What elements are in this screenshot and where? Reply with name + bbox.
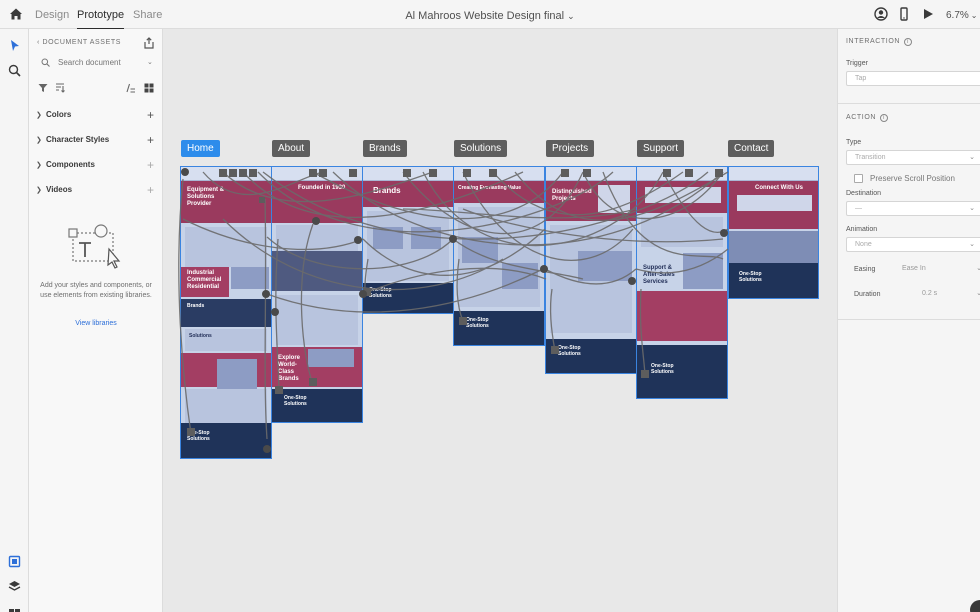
info-icon[interactable]: i	[880, 114, 889, 122]
search-icon	[41, 58, 50, 67]
empty-assets-illustration-icon	[68, 224, 121, 269]
info-icon[interactable]: i	[904, 38, 913, 46]
assets-heading: ‹ DOCUMENT ASSETS	[37, 39, 121, 46]
chevron-down-icon: ⌄	[567, 11, 575, 21]
add-icon[interactable]: +	[147, 183, 154, 197]
search-box[interactable]: ⌄	[38, 55, 156, 70]
section-colors[interactable]: ❯ Colors +	[36, 108, 156, 124]
chevron-right-icon: ❯	[36, 187, 42, 194]
type-label: Type	[846, 139, 862, 146]
easing-select[interactable]: Ease In ⌄	[894, 262, 980, 277]
preserve-scroll-checkbox[interactable]	[854, 174, 863, 183]
tool-rail	[0, 29, 29, 612]
user-icon[interactable]	[874, 7, 888, 21]
trigger-label: Trigger	[846, 60, 868, 67]
export-icon[interactable]	[143, 37, 155, 49]
animation-label: Animation	[846, 226, 878, 233]
add-icon[interactable]: +	[147, 158, 154, 172]
duration-select[interactable]: 0.2 s ⌄	[914, 287, 980, 302]
divider	[838, 319, 980, 320]
chevron-down-icon: ⌄	[969, 205, 975, 212]
document-assets-panel: ‹ DOCUMENT ASSETS ⌄ ❯Colors+ ❯Character …	[29, 29, 163, 612]
grid-view-icon[interactable]	[144, 83, 154, 93]
select-tool-icon[interactable]	[8, 39, 21, 52]
chevron-down-icon[interactable]: ⌄	[147, 58, 153, 66]
add-icon[interactable]: +	[147, 108, 154, 122]
chevron-right-icon: ❯	[36, 162, 42, 169]
easing-label: Easing	[854, 266, 876, 273]
device-preview-icon[interactable]	[897, 7, 911, 21]
assets-icon[interactable]	[8, 555, 21, 568]
chevron-down-icon: ⌄	[970, 11, 978, 20]
zoom-control[interactable]: 6.7% ⌄	[946, 10, 978, 21]
layers-icon[interactable]	[8, 580, 21, 593]
search-input[interactable]	[58, 55, 142, 70]
design-canvas[interactable]: Home About Brands Solutions Projects Sup…	[163, 29, 837, 612]
filter-icon[interactable]	[38, 83, 48, 93]
divider	[838, 103, 980, 104]
add-icon[interactable]: +	[147, 133, 154, 147]
top-bar: Design Prototype Share Al Mahroos Websit…	[0, 0, 980, 30]
interaction-panel: INTERACTION i Trigger Tap ACTION i Type Tr…	[837, 29, 980, 612]
chevron-down-icon: ⌄	[976, 265, 980, 272]
filter-row	[38, 83, 156, 95]
view-libraries-link[interactable]: View libraries	[29, 320, 163, 327]
section-character-styles[interactable]: ❯ Character Styles +	[36, 133, 156, 149]
chevron-right-icon: ❯	[36, 112, 42, 119]
action-heading: ACTION i	[846, 114, 889, 122]
interaction-heading: INTERACTION i	[846, 38, 913, 46]
zoom-tool-icon[interactable]	[8, 64, 21, 77]
animation-select[interactable]: None ⌄	[846, 237, 980, 252]
chevron-down-icon: ⌄	[969, 154, 975, 161]
plugins-icon[interactable]	[8, 604, 21, 612]
empty-assets-message: Add your styles and components, or use e…	[40, 282, 152, 299]
chevron-down-icon: ⌄	[976, 290, 980, 297]
destination-select[interactable]: — ⌄	[846, 201, 980, 216]
prototype-wires	[178, 168, 729, 453]
play-icon[interactable]	[921, 7, 935, 21]
trigger-select[interactable]: Tap	[846, 71, 980, 86]
sort-icon[interactable]	[55, 83, 65, 93]
chevron-down-icon: ⌄	[969, 241, 975, 248]
type-select[interactable]: Transition ⌄	[846, 150, 980, 165]
section-videos[interactable]: ❯ Videos +	[36, 183, 156, 199]
document-title[interactable]: Al Mahroos Website Design final ⌄	[0, 10, 980, 22]
list-view-icon[interactable]	[126, 83, 136, 93]
chevron-right-icon: ❯	[36, 137, 42, 144]
section-components[interactable]: ❯ Components +	[36, 158, 156, 174]
destination-label: Destination	[846, 190, 882, 197]
duration-label: Duration	[854, 291, 881, 298]
preserve-scroll-label: Preserve Scroll Position	[870, 174, 955, 183]
